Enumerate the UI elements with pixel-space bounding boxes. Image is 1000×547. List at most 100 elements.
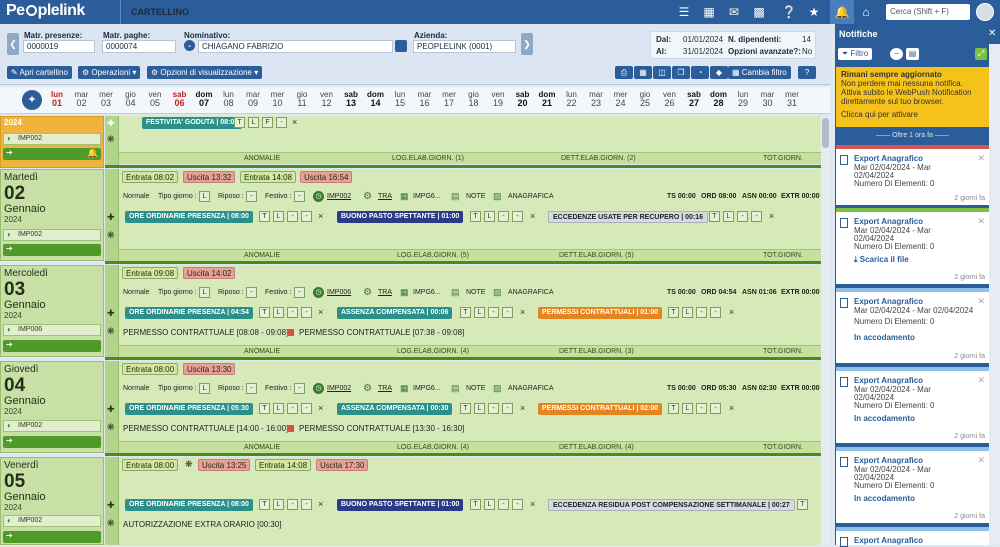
t-flag[interactable]: T xyxy=(709,211,720,222)
date-cell[interactable]: mar 02 xyxy=(70,90,94,108)
dash-flag[interactable]: - xyxy=(488,307,499,318)
tipo-giorno-value[interactable]: L xyxy=(199,383,210,394)
date-cell[interactable]: mar 23 xyxy=(584,90,608,108)
date-cell[interactable]: mar 16 xyxy=(413,90,437,108)
azienda-input[interactable]: PEOPLELINK (0001) xyxy=(413,40,516,53)
puzzle-icon[interactable]: ❋ xyxy=(185,459,193,470)
close-icon[interactable]: ✕ xyxy=(977,456,985,465)
assenza-compensata-pill[interactable]: ASSENZA COMPENSATA | 00:30 xyxy=(337,403,453,415)
dash-flag[interactable]: - xyxy=(498,499,509,510)
anagrafica-icon[interactable]: ▧ xyxy=(493,191,502,202)
t-flag[interactable]: T xyxy=(259,307,270,318)
operazioni-button[interactable]: ⚙ Operazioni ▾ xyxy=(78,66,141,79)
note-label[interactable]: NOTE xyxy=(466,287,485,299)
date-cell[interactable]: mar 09 xyxy=(241,90,265,108)
date-cell[interactable]: gio 04 xyxy=(119,90,143,108)
t-flag[interactable]: T xyxy=(470,211,481,222)
l-flag[interactable]: L xyxy=(474,307,485,318)
avatar[interactable] xyxy=(976,3,994,21)
timbratura-entrata[interactable]: Entrata 14:08 xyxy=(255,459,312,471)
medical-icon[interactable]: ✚ xyxy=(107,500,115,511)
dash-flag[interactable]: - xyxy=(276,117,287,128)
dash-flag[interactable]: - xyxy=(301,499,312,510)
timbratura-entrata[interactable]: Entrata 08:02 xyxy=(122,171,179,183)
apri-cartellino-button[interactable]: ✎ Apri cartellino xyxy=(7,66,72,79)
ore-ordinarie-pill[interactable]: ORE ORDINARIE PRESENZA | 08:00 xyxy=(125,499,253,511)
dash-flag[interactable]: - xyxy=(502,403,513,414)
date-cell[interactable]: gio 25 xyxy=(633,90,657,108)
f-flag[interactable]: F xyxy=(262,117,273,128)
nominativo-input[interactable]: CHIAGANO FABRIZIO xyxy=(198,40,393,53)
cambia-filtro-button[interactable]: ▦ Cambia filtro xyxy=(728,66,791,79)
close-icon[interactable]: ✕ xyxy=(988,28,996,39)
dash-flag[interactable]: - xyxy=(710,403,721,414)
day-action-bar[interactable] xyxy=(3,244,101,256)
download-link[interactable]: ⤓ Scarica il file xyxy=(854,256,909,264)
date-cell[interactable]: sab 27 xyxy=(682,90,706,108)
table-icon[interactable]: ▦ xyxy=(634,66,652,79)
t-flag[interactable]: T xyxy=(460,307,471,318)
remove-icon[interactable]: × xyxy=(530,498,535,510)
ore-ordinarie-pill[interactable]: ORE ORDINARIE PRESENZA | 05:30 xyxy=(125,403,253,415)
day-action-bar[interactable] xyxy=(3,436,101,448)
timbratura-uscita[interactable]: Uscita 17:30 xyxy=(316,459,369,471)
permessi-contrattuali-pill[interactable]: PERMESSI CONTRATTUALI | 02:00 xyxy=(538,403,663,415)
date-cell[interactable]: mer 17 xyxy=(437,90,461,108)
remove-icon[interactable]: × xyxy=(520,402,525,414)
date-cell[interactable]: lun 08 xyxy=(217,90,241,108)
dash-flag[interactable]: - xyxy=(488,403,499,414)
date-cell[interactable]: dom 14 xyxy=(364,90,388,108)
anagrafica-icon[interactable]: ▧ xyxy=(493,287,502,298)
dash-flag[interactable]: - xyxy=(287,211,298,222)
columns-icon[interactable]: ◫ xyxy=(653,66,671,79)
date-cell[interactable]: dom 07 xyxy=(192,90,216,108)
eccedenze-pill[interactable]: ECCEDENZE USATE PER RECUPERO | 00:16 xyxy=(548,211,709,223)
dash-flag[interactable]: - xyxy=(696,307,707,318)
giustificativo-text[interactable]: PERMESSO CONTRATTUALE [07:38 - 09:08] xyxy=(299,327,464,339)
close-icon[interactable]: ✕ xyxy=(977,297,985,306)
dash-flag[interactable]: - xyxy=(696,403,707,414)
promo-link[interactable]: Clicca qui per attivare xyxy=(841,110,984,119)
home-icon[interactable]: ⌂ xyxy=(858,4,874,20)
remove-icon[interactable]: × xyxy=(530,210,535,222)
notifications-scrollbar[interactable] xyxy=(989,44,1000,545)
grid-icon[interactable]: ▩ xyxy=(751,4,767,20)
date-cell[interactable]: mar 30 xyxy=(756,90,780,108)
impianto-link[interactable]: IMP006 xyxy=(327,287,351,299)
tra-link[interactable]: TRA xyxy=(378,191,392,203)
notification-card[interactable]: ✕ Export Anagrafico Mar 02/04/2024 - Mar… xyxy=(836,447,989,523)
l-flag[interactable]: L xyxy=(273,499,284,510)
chevron-down-icon[interactable]: ⌄ xyxy=(184,40,195,51)
l-flag[interactable]: L xyxy=(682,403,693,414)
bell-icon[interactable]: 🔔 xyxy=(834,4,850,20)
date-cell[interactable]: gio 18 xyxy=(462,90,486,108)
puzzle-icon[interactable]: ❋ xyxy=(107,230,115,241)
date-cell[interactable]: ven 05 xyxy=(143,90,167,108)
help-icon[interactable]: ? xyxy=(798,66,816,79)
matr-presenze-input[interactable]: 0000019 xyxy=(23,40,95,53)
scrollbar-thumb[interactable] xyxy=(822,118,829,148)
dash-flag[interactable]: - xyxy=(287,307,298,318)
festivo-value[interactable]: - xyxy=(294,191,305,202)
l-flag[interactable]: L xyxy=(682,307,693,318)
riposo-value[interactable]: - xyxy=(246,191,257,202)
puzzle-icon[interactable]: ❋ xyxy=(107,422,115,433)
note-icon[interactable]: ▤ xyxy=(451,287,460,298)
tra-link[interactable]: TRA xyxy=(378,287,392,299)
t-flag[interactable]: T xyxy=(259,499,270,510)
list-view-icon[interactable]: ▤ xyxy=(906,48,919,60)
remove-icon[interactable]: × xyxy=(318,402,323,414)
remove-icon[interactable]: × xyxy=(318,306,323,318)
t-flag[interactable]: T xyxy=(797,499,808,510)
t-flag[interactable]: T xyxy=(668,403,679,414)
dash-flag[interactable]: - xyxy=(751,211,762,222)
gear-icon[interactable]: ⚙ xyxy=(363,287,372,298)
dash-flag[interactable]: - xyxy=(502,307,513,318)
next-employee-button[interactable]: ❯ xyxy=(521,33,533,55)
date-cell[interactable]: ven 26 xyxy=(658,90,682,108)
star-icon[interactable]: ★ xyxy=(806,4,822,20)
autorizzazione-text[interactable]: AUTORIZZAZIONE EXTRA ORARIO [00:30] xyxy=(123,519,282,531)
dash-flag[interactable]: - xyxy=(512,211,523,222)
timbratura-entrata[interactable]: Entrata 09:08 xyxy=(122,267,179,279)
matr-paghe-input[interactable]: 0000074 xyxy=(102,40,176,53)
